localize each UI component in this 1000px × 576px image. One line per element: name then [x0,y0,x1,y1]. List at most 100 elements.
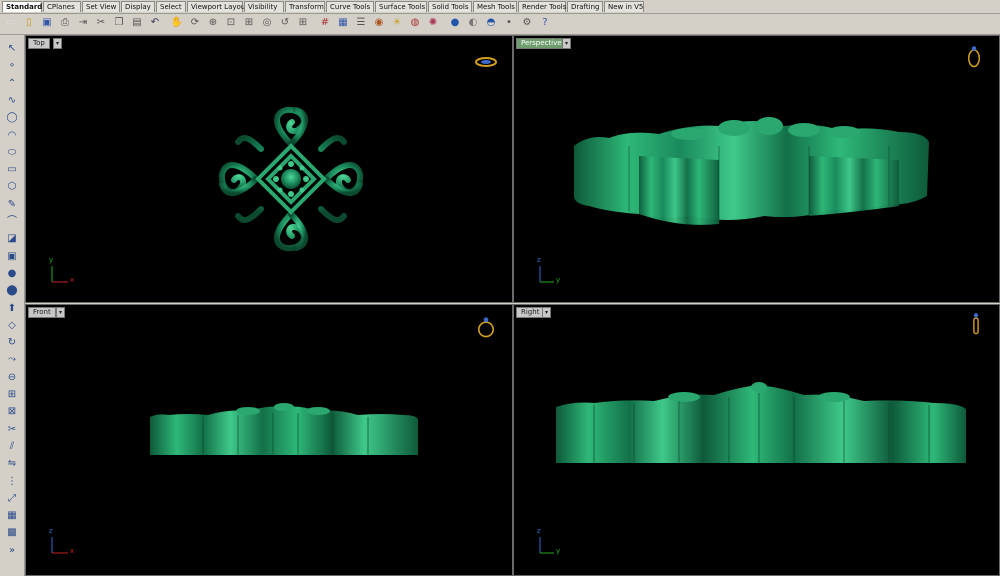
ellipse-icon[interactable]: ⬭ [3,145,21,160]
viewport-label-top[interactable]: Top [28,38,50,49]
extrude-icon[interactable]: ⬆ [3,301,21,316]
viewport-top[interactable]: Top ▾ y x [25,35,513,303]
loft-icon[interactable]: ◇ [3,318,21,333]
environment-icon[interactable]: ◓ [484,16,498,30]
group-icon[interactable]: ▦ [3,508,21,523]
help-icon[interactable]: ? [538,16,552,30]
options-icon[interactable]: ⚙ [520,16,534,30]
tab-drafting[interactable]: Drafting [567,1,603,12]
object-snap-icon[interactable]: ◉ [372,16,386,30]
axis-label-v: z [537,527,541,535]
model-perspective-view [574,117,929,225]
undo-view-icon[interactable]: ↺ [278,16,292,30]
sweep-icon[interactable]: ⤳ [3,352,21,367]
tab-cplanes[interactable]: CPlanes [43,1,81,12]
point-icon[interactable]: ∘ [3,58,21,73]
layers-icon[interactable]: ▦ [336,16,350,30]
polygon-icon[interactable]: ⬡ [3,179,21,194]
print-icon[interactable]: ⎙ [58,16,72,30]
box-icon[interactable]: ▣ [3,249,21,264]
four-viewports-icon[interactable]: ⊞ [296,16,310,30]
freeform-icon[interactable]: ✎ [3,197,21,212]
rotate-view-icon[interactable]: ⟳ [188,16,202,30]
undo-icon[interactable]: ↶ [148,16,162,30]
surface-icon[interactable]: ◪ [3,231,21,246]
tab-select[interactable]: Select [156,1,186,12]
tab-render-tools[interactable]: Render Tools [518,1,566,12]
viewport-front[interactable]: Front ▾ z x [25,304,513,576]
new-file-icon[interactable]: ▭ [4,16,18,30]
viewport-menu-perspective-button[interactable]: ▾ [562,38,571,49]
viewport-perspective[interactable]: Perspective ▾ z y [513,35,1000,303]
right-view-ring-icon [973,313,979,335]
scale-icon[interactable]: ⤢ [3,491,21,506]
zoom-window-icon[interactable]: ⊡ [224,16,238,30]
mirror-icon[interactable]: ⇋ [3,456,21,471]
axis-indicator-perspective: z y [534,256,574,290]
zoom-icon[interactable]: ⊕ [206,16,220,30]
import-icon[interactable]: ⇥ [76,16,90,30]
viewport-label-right[interactable]: Right [516,307,545,318]
properties-icon[interactable]: ☰ [354,16,368,30]
select-icon[interactable]: ↖ [3,41,21,56]
cut-icon[interactable]: ✂ [94,16,108,30]
viewport-menu-right-button[interactable]: ▾ [542,307,551,318]
axis-label-v: z [537,256,541,264]
more-icon[interactable]: » [3,543,21,558]
sphere-icon[interactable]: ● [3,266,21,281]
open-icon[interactable]: ▯ [22,16,36,30]
boolean-icon[interactable]: ⊖ [3,370,21,385]
viewport-menu-top-button[interactable]: ▾ [53,38,62,49]
tab-set-view[interactable]: Set View [82,1,120,12]
tab-visibility[interactable]: Visibility [244,1,284,12]
viewport-right[interactable]: Right ▾ z y [513,304,1000,576]
model-right-view [556,382,966,463]
perspective-ring-icon [968,46,980,68]
pan-icon[interactable]: ✋ [170,16,184,30]
tab-standard[interactable]: Standard [2,1,42,12]
split-icon[interactable]: ⫽ [3,439,21,454]
zoom-selected-icon[interactable]: ◎ [260,16,274,30]
viewport-label-perspective[interactable]: Perspective [516,38,567,49]
tab-new-in-v5[interactable]: New in V5 [604,1,644,12]
block-icon[interactable]: ▩ [3,525,21,540]
tab-solid-tools[interactable]: Solid Tools [428,1,472,12]
color-wheel-icon[interactable]: ✺ [426,16,440,30]
point-icon[interactable]: • [502,16,516,30]
axis-label-v: y [49,256,54,264]
explode-icon[interactable]: ⊠ [3,404,21,419]
cylinder-icon[interactable]: ⬤ [3,283,21,298]
rectangle-icon[interactable]: ▭ [3,162,21,177]
arc-icon[interactable]: ◠ [3,128,21,143]
render-icon[interactable]: ● [448,16,462,30]
trim-icon[interactable]: ✂ [3,422,21,437]
materials-icon[interactable]: ◍ [408,16,422,30]
axis-label-h: y [556,547,561,555]
curve-icon[interactable]: ∿ [3,93,21,108]
tab-viewport-layout[interactable]: Viewport Layout [187,1,248,12]
axis-label-h: x [70,276,75,284]
circle-icon[interactable]: ◯ [3,110,21,125]
top-view-ring-icon [475,57,497,67]
tab-transform[interactable]: Transform [285,1,325,12]
revolve-icon[interactable]: ↻ [3,335,21,350]
fillet-icon[interactable]: ⌒ [3,214,21,229]
join-icon[interactable]: ⊞ [3,387,21,402]
tab-surface-tools[interactable]: Surface Tools [375,1,427,12]
grid-icon[interactable]: # [318,16,332,30]
axis-label-h: x [70,547,75,555]
viewport-menu-front-button[interactable]: ▾ [56,307,65,318]
copy-icon[interactable]: ❐ [112,16,126,30]
front-view-ring-icon [478,317,494,338]
array-icon[interactable]: ⋮ [3,474,21,489]
tab-mesh-tools[interactable]: Mesh Tools [473,1,517,12]
save-icon[interactable]: ▣ [40,16,54,30]
light-icon[interactable]: ☀ [390,16,404,30]
paste-icon[interactable]: ▤ [130,16,144,30]
polyline-icon[interactable]: ⌃ [3,76,21,91]
sphere-render-icon[interactable]: ◐ [466,16,480,30]
zoom-extents-icon[interactable]: ⊞ [242,16,256,30]
tab-display[interactable]: Display [121,1,155,12]
viewport-label-front[interactable]: Front [28,307,56,318]
tab-curve-tools[interactable]: Curve Tools [326,1,374,12]
